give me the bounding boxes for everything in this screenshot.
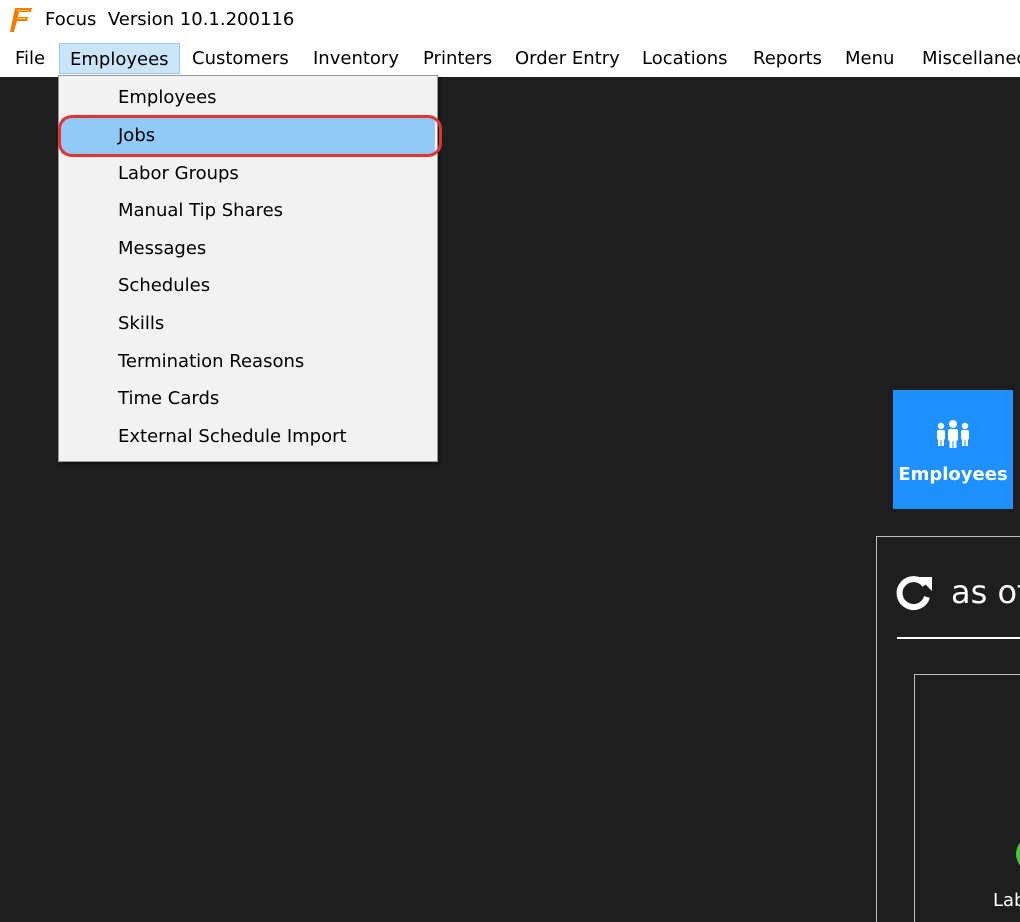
app-name: Focus [45,9,97,30]
menu-item-label: Time Cards [118,388,220,409]
menu-item-time-cards[interactable]: Time Cards [61,381,435,417]
employees-tile-label: Employees [898,464,1008,485]
menu-item-manual-tip-shares[interactable]: Manual Tip Shares [61,193,435,229]
inner-panel [914,674,1020,922]
menu-item-schedules[interactable]: Schedules [61,268,435,304]
menu-customers[interactable]: Customers [192,43,289,74]
menu-miscellaneous[interactable]: Miscellaneous [922,43,1020,74]
as-of-label: as of [951,573,1020,611]
employees-dropdown-menu: Employees Jobs Labor Groups Manual Tip S… [58,75,438,462]
menu-item-external-schedule-import[interactable]: External Schedule Import [61,419,435,455]
title-bar: Focus Version 10.1.200116 [0,0,1020,40]
menu-item-labor-groups[interactable]: Labor Groups [61,156,435,192]
menu-item-skills[interactable]: Skills [61,306,435,342]
menu-bar: File Employees Customers Inventory Print… [0,40,1020,77]
menu-item-jobs[interactable]: Jobs [61,118,435,154]
menu-menu[interactable]: Menu [845,43,894,74]
employees-tile[interactable]: Employees [893,390,1013,509]
menu-locations[interactable]: Locations [642,43,728,74]
menu-item-label: Skills [118,313,165,334]
refresh-icon[interactable] [894,573,934,613]
menu-item-label: Employees [118,87,217,108]
menu-employees[interactable]: Employees [59,43,180,74]
window-title: Focus Version 10.1.200116 [45,9,294,30]
menu-order-entry[interactable]: Order Entry [515,43,620,74]
menu-inventory[interactable]: Inventory [313,43,399,74]
menu-item-label: External Schedule Import [118,426,347,447]
menu-item-employees[interactable]: Employees [61,80,435,116]
menu-printers[interactable]: Printers [423,43,492,74]
menu-item-label: Termination Reasons [118,351,305,372]
menu-file[interactable]: File [15,43,45,74]
menu-item-termination-reasons[interactable]: Termination Reasons [61,344,435,380]
panel-divider [897,637,1020,639]
menu-item-label: Messages [118,238,207,259]
menu-reports[interactable]: Reports [753,43,822,74]
menu-item-label: Manual Tip Shares [118,200,284,221]
people-group-icon [937,420,969,448]
app-version: Version 10.1.200116 [107,9,295,30]
focus-logo-icon [10,8,32,32]
labor-label: Lab [993,890,1020,911]
menu-item-messages[interactable]: Messages [61,231,435,267]
menu-item-label: Jobs [118,125,156,146]
menu-item-label: Schedules [118,275,211,296]
menu-item-label: Labor Groups [118,163,239,184]
